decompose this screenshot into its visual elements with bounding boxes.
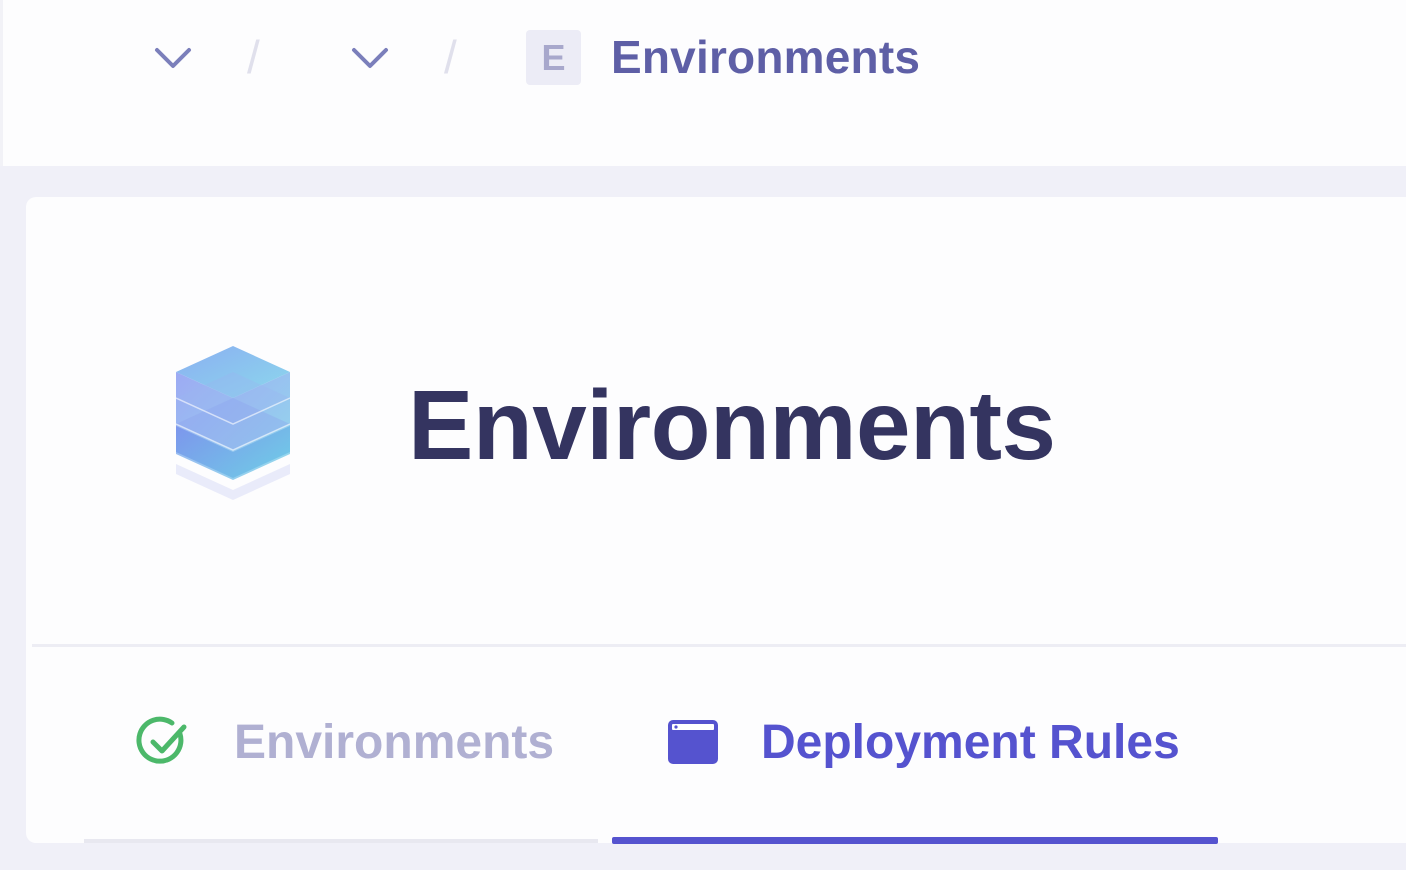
page-header-card: Environments Environments Deployment Rul… bbox=[26, 197, 1406, 844]
breadcrumb-separator: / bbox=[247, 31, 260, 83]
tab-label: Environments bbox=[234, 715, 555, 769]
tab-label: Deployment Rules bbox=[761, 715, 1180, 769]
chevron-down-icon[interactable] bbox=[151, 40, 195, 76]
hexagon-stack-icon bbox=[175, 342, 306, 502]
tab-environments[interactable]: Environments bbox=[136, 702, 554, 782]
chevron-down-icon[interactable] bbox=[348, 40, 392, 76]
browser-window-icon bbox=[667, 719, 719, 765]
breadcrumb-current[interactable]: Environments bbox=[611, 30, 920, 84]
tab-underline-inactive bbox=[84, 839, 598, 843]
breadcrumb-separator: / bbox=[444, 31, 457, 83]
header-divider bbox=[32, 644, 1406, 647]
tab-underline-active bbox=[612, 837, 1218, 844]
check-circle-icon bbox=[136, 714, 192, 770]
tab-deployment-rules[interactable]: Deployment Rules bbox=[667, 702, 1180, 782]
top-navigation-bar: / / E Environments bbox=[0, 0, 1406, 166]
breadcrumb-project-badge[interactable]: E bbox=[526, 30, 581, 85]
page-title: Environments bbox=[408, 370, 1056, 480]
